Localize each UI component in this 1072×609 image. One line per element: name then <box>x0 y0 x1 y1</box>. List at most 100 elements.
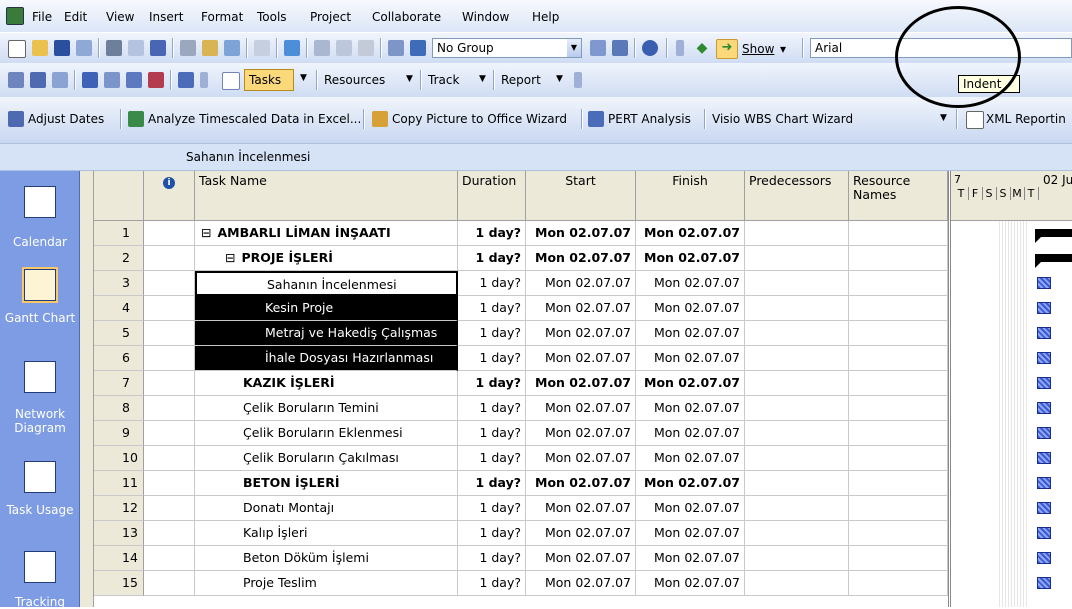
group-by-select[interactable]: No Group ▼ <box>432 38 582 58</box>
table-row[interactable]: 2 ⊟ PROJE İŞLERİ 1 day? Mon 02.07.07 Mon 02.0… <box>94 246 948 271</box>
task-bar[interactable] <box>1037 577 1051 589</box>
predecessors-cell[interactable] <box>745 271 849 296</box>
indicator-cell[interactable] <box>144 321 195 346</box>
print-preview-icon[interactable] <box>128 40 144 56</box>
finish-cell[interactable]: Mon 02.07.07 <box>636 496 745 521</box>
table-icon[interactable] <box>8 72 24 88</box>
predecessors-cell[interactable] <box>745 421 849 446</box>
indicator-cell[interactable] <box>144 546 195 571</box>
predecessors-cell[interactable] <box>745 396 849 421</box>
print-icon[interactable] <box>106 40 122 56</box>
row-id-cell[interactable]: 9 <box>94 421 144 446</box>
resource-names-cell[interactable] <box>849 221 948 246</box>
task-name-cell[interactable]: Sahanın İncelenmesi <box>195 271 458 296</box>
duration-cell[interactable]: 1 day? <box>458 371 526 396</box>
task-name-cell[interactable]: Çelik Boruların Eklenmesi <box>195 421 458 446</box>
entry-field[interactable]: Sahanın İncelenmesi <box>186 150 310 164</box>
task-name-cell[interactable]: BETON İŞLERİ <box>195 471 458 496</box>
save-icon[interactable] <box>54 40 70 56</box>
summary-bar[interactable] <box>1035 229 1072 243</box>
table-row[interactable]: 5 Metraj ve Hakediş Çalışmas 1 day? Mon 02.… <box>94 321 948 346</box>
predecessors-cell[interactable] <box>745 521 849 546</box>
header-resource-names[interactable]: Resource Names <box>849 171 948 221</box>
row-id-cell[interactable]: 3 <box>94 271 144 296</box>
predecessors-cell[interactable] <box>745 571 849 596</box>
task-name-cell[interactable]: KAZIK İŞLERİ <box>195 371 458 396</box>
finish-cell[interactable]: Mon 02.07.07 <box>636 546 745 571</box>
resources-button[interactable]: Resources <box>324 73 385 87</box>
menu-format[interactable]: Format <box>201 10 243 24</box>
chevron-down-icon[interactable]: ▼ <box>479 74 486 84</box>
task-bar[interactable] <box>1037 427 1051 439</box>
toolbar-options-icon[interactable] <box>200 72 208 88</box>
toolbar-options-icon[interactable] <box>574 72 582 88</box>
task-bar[interactable] <box>1037 552 1051 564</box>
predecessors-cell[interactable] <box>745 321 849 346</box>
copy-picture-button[interactable]: Copy Picture to Office Wizard <box>392 112 567 126</box>
unlink-tasks-icon[interactable] <box>336 40 352 56</box>
finish-cell[interactable]: Mon 02.07.07 <box>636 446 745 471</box>
open-icon[interactable] <box>32 40 48 56</box>
task-info-icon[interactable] <box>388 40 404 56</box>
row-id-cell[interactable]: 2 <box>94 246 144 271</box>
indicator-cell[interactable] <box>144 471 195 496</box>
start-cell[interactable]: Mon 02.07.07 <box>526 571 636 596</box>
select-all-strip[interactable] <box>80 171 94 607</box>
table-row[interactable]: 15 Proje Teslim 1 day? Mon 02.07.07 Mon 02.0… <box>94 571 948 596</box>
duration-cell[interactable]: 1 day? <box>458 446 526 471</box>
table-row[interactable]: 9 Çelik Boruların Eklenmesi 1 day? Mon 02.0… <box>94 421 948 446</box>
task-bar[interactable] <box>1037 502 1051 514</box>
row-id-cell[interactable]: 8 <box>94 396 144 421</box>
task-name-cell[interactable]: ⊟ AMBARLI LİMAN İNŞAATI <box>195 221 458 246</box>
resource-names-cell[interactable] <box>849 296 948 321</box>
indicator-cell[interactable] <box>144 221 195 246</box>
menu-tools[interactable]: Tools <box>257 10 287 24</box>
assign-resources-icon[interactable] <box>284 40 300 56</box>
start-cell[interactable]: Mon 02.07.07 <box>526 396 636 421</box>
start-cell[interactable]: Mon 02.07.07 <box>526 446 636 471</box>
outline-icon[interactable] <box>104 72 120 88</box>
duration-cell[interactable]: 1 day? <box>458 396 526 421</box>
header-start[interactable]: Start <box>526 171 636 221</box>
summary-bar[interactable] <box>1035 254 1072 268</box>
resource-names-cell[interactable] <box>849 421 948 446</box>
header-finish[interactable]: Finish <box>636 171 745 221</box>
menu-help[interactable]: Help <box>532 10 559 24</box>
predecessors-cell[interactable] <box>745 246 849 271</box>
indicator-cell[interactable] <box>144 346 195 371</box>
duration-cell[interactable]: 1 day? <box>458 346 526 371</box>
predecessors-cell[interactable] <box>745 496 849 521</box>
start-cell[interactable]: Mon 02.07.07 <box>526 221 636 246</box>
row-id-cell[interactable]: 12 <box>94 496 144 521</box>
outdent-icon[interactable]: ◆ <box>694 40 710 56</box>
visio-wbs-button[interactable]: Visio WBS Chart Wizard <box>712 112 853 126</box>
task-bar[interactable] <box>1037 527 1051 539</box>
header-predecessors[interactable]: Predecessors <box>745 171 849 221</box>
tracking-gantt-view-icon[interactable] <box>24 551 56 583</box>
spelling-icon[interactable] <box>150 40 166 56</box>
finish-cell[interactable]: Mon 02.07.07 <box>636 321 745 346</box>
table-row[interactable]: 6 İhale Dosyası Hazırlanması 1 day? Mon 02.… <box>94 346 948 371</box>
adjust-dates-button[interactable]: Adjust Dates <box>28 112 104 126</box>
predecessors-cell[interactable] <box>745 546 849 571</box>
indicator-cell[interactable] <box>144 446 195 471</box>
duration-cell[interactable]: 1 day? <box>458 221 526 246</box>
finish-cell[interactable]: Mon 02.07.07 <box>636 396 745 421</box>
task-bar[interactable] <box>1037 452 1051 464</box>
finish-cell[interactable]: Mon 02.07.07 <box>636 271 745 296</box>
show-button[interactable]: Show <box>742 42 774 56</box>
chevron-down-icon[interactable]: ▼ <box>567 39 581 57</box>
predecessors-cell[interactable] <box>745 471 849 496</box>
resource-names-cell[interactable] <box>849 471 948 496</box>
view-gantt-label[interactable]: Gantt Chart <box>0 311 80 325</box>
task-name-cell[interactable]: Metraj ve Hakediş Çalışmas <box>195 321 458 346</box>
duration-cell[interactable]: 1 day? <box>458 296 526 321</box>
start-cell[interactable]: Mon 02.07.07 <box>526 321 636 346</box>
split-task-icon[interactable] <box>358 40 374 56</box>
menu-window[interactable]: Window <box>462 10 509 24</box>
task-bar[interactable] <box>1037 327 1051 339</box>
header-indicators[interactable]: i <box>144 171 195 221</box>
start-cell[interactable]: Mon 02.07.07 <box>526 246 636 271</box>
gantt-chart-view-icon[interactable] <box>22 267 58 303</box>
undo-icon[interactable] <box>254 40 270 56</box>
